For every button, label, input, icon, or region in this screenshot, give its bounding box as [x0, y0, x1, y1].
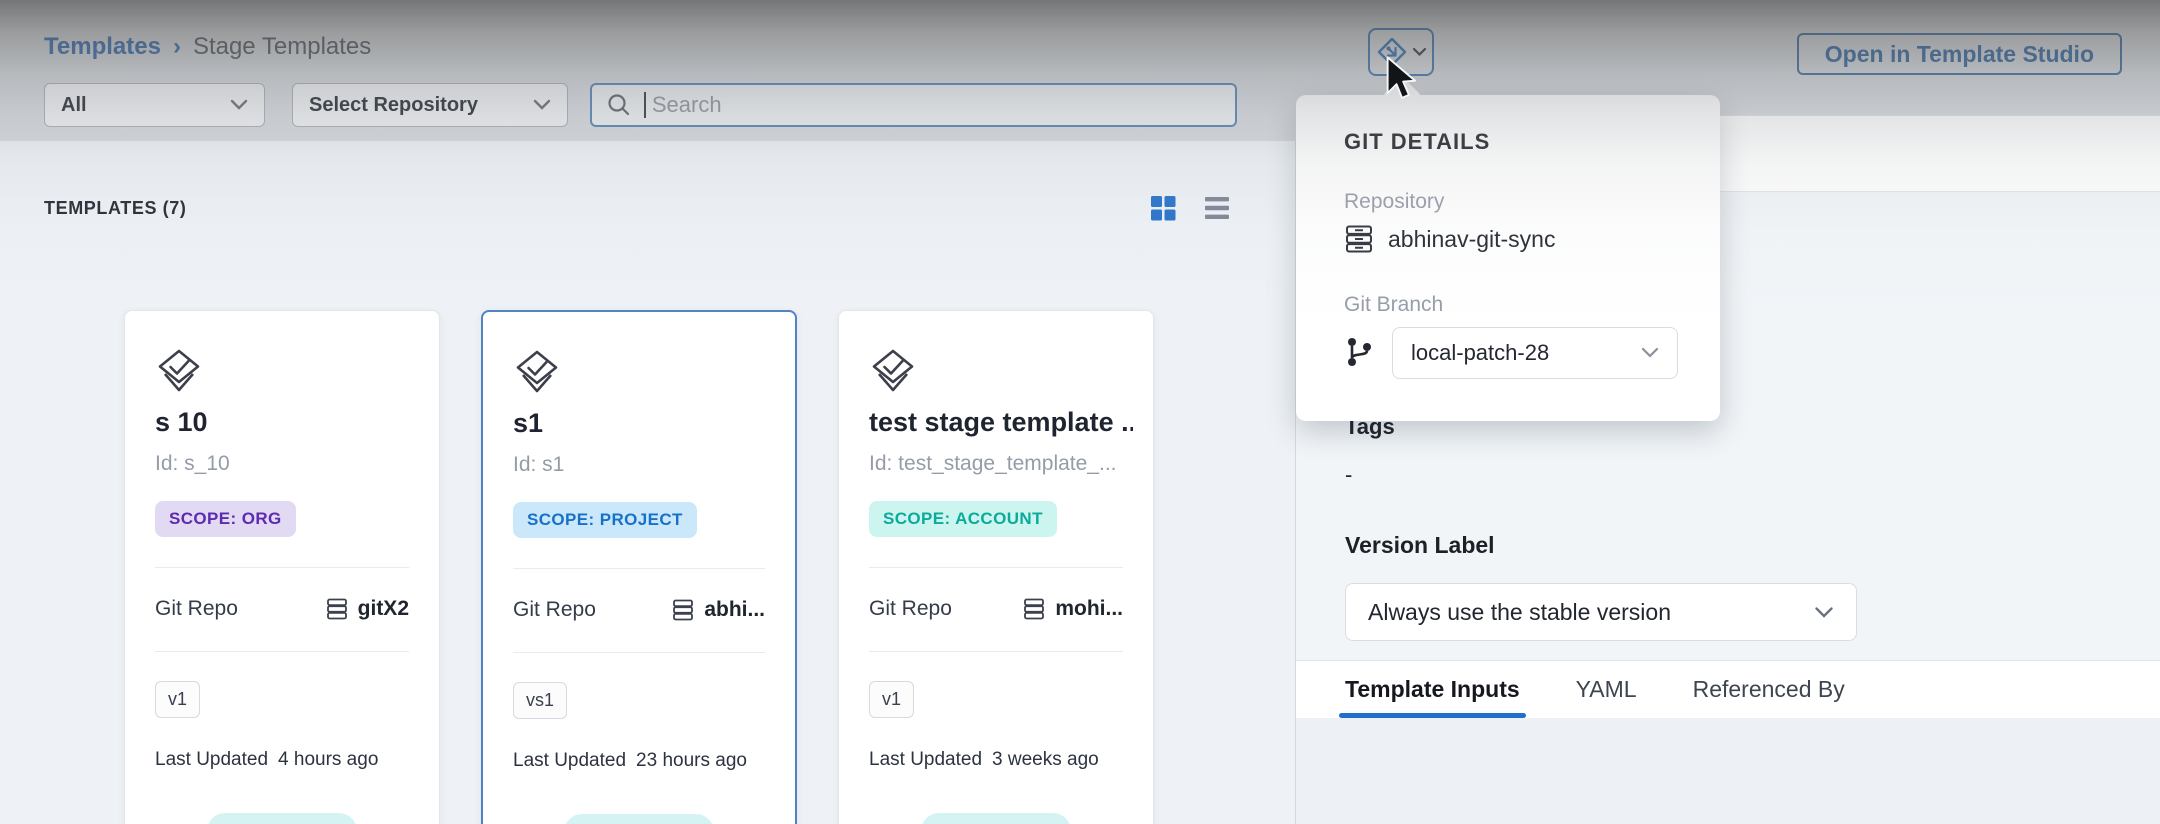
divider — [155, 567, 409, 568]
version-label: Version Label — [1345, 532, 2160, 559]
grid-view-icon[interactable] — [1148, 193, 1178, 223]
repository-label: Repository — [1344, 190, 1444, 214]
last-updated: Last Updated 23 hours ago — [513, 750, 747, 772]
template-title: s 10 — [155, 407, 419, 438]
tab-yaml[interactable]: YAML — [1576, 661, 1637, 718]
git-repo-row: Git Repo gitX2 — [155, 597, 409, 621]
git-repo-label: Git Repo — [513, 598, 596, 622]
git-details-title: GIT DETAILS — [1344, 129, 1490, 155]
repository-icon — [672, 598, 694, 622]
chevron-down-icon — [1814, 606, 1834, 619]
scope-badge: SCOPE: ACCOUNT — [869, 501, 1057, 537]
version-chip: v1 — [155, 681, 200, 718]
git-repo-row: Git Repo mohi... — [869, 597, 1123, 621]
stable-badge-partial — [207, 813, 357, 824]
repository-row: abhinav-git-sync — [1344, 223, 1555, 255]
filter-row: All Select Repository — [44, 83, 1237, 127]
version-label-value: Always use the stable version — [1368, 599, 1671, 626]
template-id: Id: s1 — [513, 453, 779, 477]
git-details-button[interactable] — [1368, 28, 1434, 76]
repository-icon — [1023, 597, 1045, 621]
stage-templates-page: Templates › Stage Templates All Select R… — [0, 0, 2160, 824]
template-title: s1 — [513, 408, 775, 439]
breadcrumb-separator: › — [173, 33, 181, 61]
search-icon — [606, 92, 632, 118]
list-header-bar: Templates › Stage Templates All Select R… — [0, 0, 1295, 141]
git-branch-value: local-patch-28 — [1411, 340, 1549, 366]
template-list-content: TEMPLATES (7) — [0, 141, 1295, 824]
template-id: Id: s_10 — [155, 452, 423, 476]
breadcrumb-templates-link[interactable]: Templates — [44, 33, 161, 61]
template-card-test-stage[interactable]: test stage template ... Id: test_stage_t… — [838, 310, 1154, 824]
tab-template-inputs[interactable]: Template Inputs — [1345, 661, 1520, 718]
stable-badge-partial — [921, 813, 1071, 824]
git-repo-value: abhi... — [672, 598, 765, 622]
divider — [869, 651, 1123, 652]
git-branch-dropdown[interactable]: local-patch-28 — [1392, 327, 1678, 379]
last-updated: Last Updated 3 weeks ago — [869, 749, 1099, 771]
git-details-popover: GIT DETAILS Repository abhinav-git-sync … — [1296, 95, 1720, 421]
template-card-s10[interactable]: s 10 Id: s_10 SCOPE: ORG Git Repo gitX2 … — [124, 310, 440, 824]
version-label-dropdown[interactable]: Always use the stable version — [1345, 583, 1857, 641]
list-view-icon[interactable] — [1202, 193, 1232, 223]
divider — [869, 567, 1123, 568]
divider — [155, 651, 409, 652]
divider — [513, 652, 765, 653]
last-updated: Last Updated 4 hours ago — [155, 749, 378, 771]
version-chip: vs1 — [513, 682, 567, 719]
chevron-down-icon — [533, 99, 551, 111]
type-filter-value: All — [61, 94, 87, 117]
repository-filter-value: Select Repository — [309, 94, 478, 117]
template-id: Id: test_stage_template_... — [869, 452, 1137, 476]
breadcrumb-current: Stage Templates — [193, 33, 371, 61]
repository-filter-dropdown[interactable]: Select Repository — [292, 83, 568, 127]
open-in-template-studio-button[interactable]: Open in Template Studio — [1797, 33, 2122, 75]
chevron-down-icon — [1412, 47, 1427, 57]
breadcrumb: Templates › Stage Templates — [44, 33, 371, 61]
git-repo-value: mohi... — [1023, 597, 1123, 621]
git-branch-icon — [1344, 335, 1374, 369]
templates-count-label: TEMPLATES (7) — [44, 198, 186, 219]
search-box — [590, 83, 1237, 127]
scope-badge: SCOPE: ORG — [155, 501, 296, 537]
chevron-down-icon — [1641, 347, 1659, 359]
tags-value: - — [1345, 462, 2160, 488]
template-title: test stage template ... — [869, 407, 1133, 438]
list-toolbar: TEMPLATES (7) — [44, 193, 1232, 223]
git-template-icon — [1376, 36, 1408, 68]
repository-icon — [326, 597, 348, 621]
type-filter-dropdown[interactable]: All — [44, 83, 265, 127]
stage-template-icon — [869, 347, 917, 395]
git-repo-row: Git Repo abhi... — [513, 598, 765, 622]
stage-template-icon — [155, 347, 203, 395]
text-cursor — [644, 92, 646, 118]
git-repo-label: Git Repo — [869, 597, 952, 621]
repository-name: abhinav-git-sync — [1388, 226, 1555, 253]
divider — [513, 568, 765, 569]
stage-template-icon — [513, 348, 561, 396]
template-cards-grid: s 10 Id: s_10 SCOPE: ORG Git Repo gitX2 … — [124, 310, 1154, 824]
template-list-panel: Templates › Stage Templates All Select R… — [0, 0, 1295, 824]
details-tabs: Template Inputs YAML Referenced By — [1296, 660, 2160, 718]
chevron-down-icon — [230, 99, 248, 111]
search-input[interactable] — [652, 92, 1221, 118]
git-branch-label: Git Branch — [1344, 293, 1443, 317]
tab-referenced-by[interactable]: Referenced By — [1693, 661, 1845, 718]
git-repo-label: Git Repo — [155, 597, 238, 621]
stable-badge-partial — [564, 814, 714, 824]
tab-content-area — [1296, 718, 2160, 824]
git-repo-value: gitX2 — [326, 597, 409, 621]
repository-icon — [1344, 223, 1374, 255]
scope-badge: SCOPE: PROJECT — [513, 502, 697, 538]
version-chip: v1 — [869, 681, 914, 718]
view-toggles — [1148, 193, 1232, 223]
template-card-s1[interactable]: s1 Id: s1 SCOPE: PROJECT Git Repo abhi..… — [481, 310, 797, 824]
